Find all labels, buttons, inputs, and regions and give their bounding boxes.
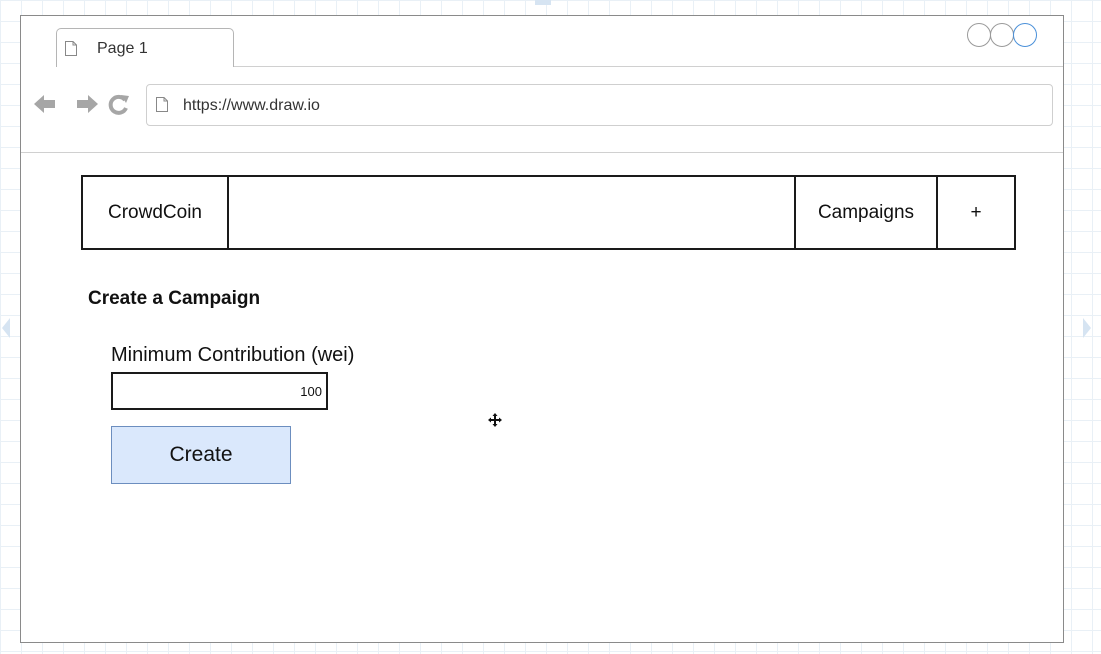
browser-window-mockup[interactable]: Page 1 https://www.draw.io CrowdCoin Cam… bbox=[20, 15, 1064, 643]
page-icon bbox=[65, 41, 77, 56]
create-button[interactable]: Create bbox=[111, 426, 291, 484]
add-campaign-button[interactable]: + bbox=[936, 177, 1014, 248]
forward-arrow-icon[interactable] bbox=[75, 94, 103, 114]
brand-link[interactable]: CrowdCoin bbox=[83, 177, 229, 248]
minimum-contribution-label: Minimum Contribution (wei) bbox=[111, 344, 355, 366]
tab-page-1[interactable]: Page 1 bbox=[56, 28, 234, 67]
url-text: https://www.draw.io bbox=[183, 97, 320, 114]
address-bar[interactable]: https://www.draw.io bbox=[146, 84, 1053, 126]
window-control-icon[interactable] bbox=[967, 23, 991, 47]
window-control-icon[interactable] bbox=[990, 23, 1014, 47]
reload-icon[interactable] bbox=[107, 94, 131, 116]
tab-label: Page 1 bbox=[97, 40, 148, 57]
canvas-left-arrow-icon[interactable] bbox=[2, 318, 10, 338]
back-arrow-icon[interactable] bbox=[33, 94, 61, 114]
canvas-right-arrow-icon[interactable] bbox=[1083, 318, 1091, 338]
page-icon bbox=[156, 97, 168, 112]
canvas-top-arrow-icon[interactable] bbox=[535, 0, 551, 5]
window-control-icon[interactable] bbox=[1013, 23, 1037, 47]
campaigns-link[interactable]: Campaigns bbox=[794, 177, 936, 248]
navbar-spacer bbox=[229, 177, 794, 248]
app-navbar: CrowdCoin Campaigns + bbox=[81, 175, 1016, 250]
move-cursor-icon bbox=[488, 413, 502, 427]
minimum-contribution-input[interactable] bbox=[111, 372, 328, 410]
page-title: Create a Campaign bbox=[88, 288, 261, 309]
toolbar-divider bbox=[21, 152, 1063, 153]
tab-divider bbox=[234, 66, 1063, 67]
